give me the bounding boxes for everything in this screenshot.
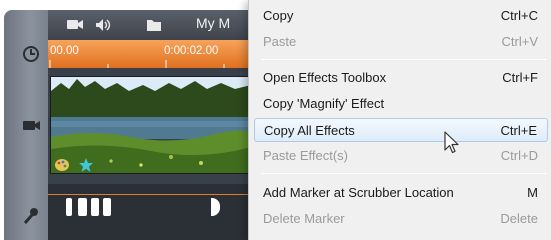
audio-waveform-segment — [91, 198, 99, 216]
menu-item-label: Open Effects Toolbox — [263, 70, 387, 85]
microphone-icon[interactable] — [21, 206, 41, 226]
ruler-label-mark: 0:00:02.00 — [164, 45, 219, 57]
menu-item-label: Delete Marker — [263, 211, 345, 226]
menu-item-label: Paste — [263, 34, 297, 49]
audio-waveform-segment — [103, 198, 111, 216]
camera-icon[interactable] — [21, 116, 41, 136]
menu-item-copy[interactable]: Copy Ctrl+C — [254, 4, 548, 28]
menu-item-shortcut: Delete — [500, 211, 538, 226]
ruler-label-start: 00.00 — [50, 45, 79, 57]
star-icon[interactable] — [78, 157, 94, 173]
context-menu: Copy Ctrl+C Paste Ctrl+V Open Effects To… — [248, 0, 551, 240]
audio-waveform-segment — [66, 198, 72, 216]
video-clip-thumbnail[interactable] — [50, 76, 250, 174]
menu-item-add-marker[interactable]: Add Marker at Scrubber Location M — [254, 181, 548, 205]
menu-item-label: Copy All Effects — [264, 123, 355, 138]
menu-item-label: Copy — [263, 8, 294, 23]
menu-item-open-effects-toolbox[interactable]: Open Effects Toolbox Ctrl+F — [254, 66, 548, 90]
camera-icon[interactable] — [66, 17, 84, 33]
menu-item-copy-all-effects[interactable]: Copy All Effects Ctrl+E — [254, 118, 548, 142]
menu-item-shortcut: M — [527, 185, 538, 200]
speaker-icon[interactable] — [94, 17, 112, 33]
menu-item-shortcut: Ctrl+E — [500, 123, 537, 138]
menu-item-shortcut: Ctrl+C — [500, 8, 538, 23]
folder-icon[interactable] — [146, 17, 162, 33]
menu-separator — [261, 173, 547, 174]
menu-item-label: Copy 'Magnify' Effect — [263, 96, 385, 111]
clip-title: My M — [196, 15, 231, 31]
track-header-rail — [4, 10, 48, 240]
clock-icon[interactable] — [21, 44, 41, 64]
menu-item-copy-magnify-effect[interactable]: Copy 'Magnify' Effect — [254, 92, 548, 116]
audio-waveform-segment — [78, 198, 87, 216]
menu-item-delete-marker[interactable]: Delete Marker Delete — [254, 207, 548, 231]
menu-item-shortcut: Ctrl+V — [501, 34, 538, 49]
menu-item-paste[interactable]: Paste Ctrl+V — [254, 30, 548, 54]
menu-item-shortcut: Ctrl+D — [500, 148, 538, 163]
menu-separator — [261, 59, 547, 60]
menu-item-paste-effects[interactable]: Paste Effect(s) Ctrl+D — [254, 144, 548, 168]
mouse-pointer-icon — [444, 131, 459, 154]
menu-item-shortcut: Ctrl+F — [502, 70, 538, 85]
menu-item-label: Add Marker at Scrubber Location — [263, 185, 454, 200]
palette-icon[interactable] — [54, 158, 70, 172]
menu-item-label: Paste Effect(s) — [263, 148, 349, 163]
